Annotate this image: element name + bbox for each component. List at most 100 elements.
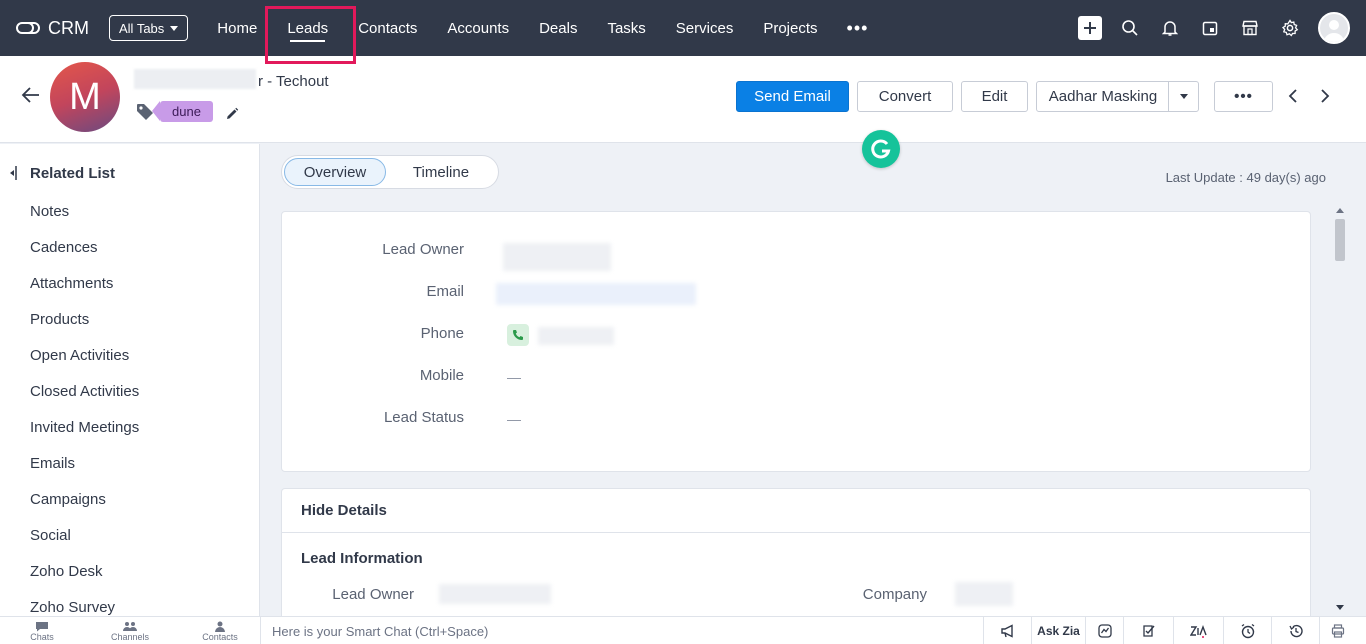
- convert-button[interactable]: Convert: [857, 81, 953, 112]
- grammarly-icon[interactable]: [862, 130, 900, 168]
- main-scrollbar[interactable]: [1330, 205, 1346, 615]
- crm-logo[interactable]: CRM: [16, 18, 89, 39]
- tab-home[interactable]: Home: [202, 0, 272, 56]
- settings-button[interactable]: [1270, 0, 1310, 56]
- sidebar-item-emails[interactable]: Emails: [30, 454, 139, 490]
- view-tabs: Overview Timeline: [281, 155, 499, 189]
- detail-company-value[interactable]: [955, 582, 1013, 606]
- field-label-phone: Phone: [420, 325, 464, 342]
- record-name: r - Techout: [258, 73, 329, 90]
- phone-icon[interactable]: [507, 324, 529, 346]
- email-value[interactable]: [496, 283, 696, 305]
- sidebar-item-notes[interactable]: Notes: [30, 202, 139, 238]
- activity-button[interactable]: [1085, 617, 1123, 644]
- field-label-mobile: Mobile: [419, 367, 464, 384]
- tab-deals[interactable]: Deals: [524, 0, 592, 56]
- search-button[interactable]: [1110, 0, 1150, 56]
- related-list-title: Related List: [30, 165, 116, 182]
- tab-tasks[interactable]: Tasks: [592, 0, 660, 56]
- contacts-label: Contacts: [202, 631, 238, 642]
- next-record-icon[interactable]: [1317, 88, 1333, 104]
- channels-button[interactable]: Channels: [108, 617, 152, 644]
- last-update-text: Last Update : 49 day(s) ago: [1165, 170, 1326, 185]
- check-icon: [1142, 625, 1155, 637]
- related-list: Notes Cadences Attachments Products Open…: [30, 202, 139, 634]
- tab-projects[interactable]: Projects: [748, 0, 832, 56]
- avatar[interactable]: [1318, 12, 1350, 44]
- scroll-up-icon[interactable]: [1336, 207, 1344, 213]
- detail-lead-owner-value[interactable]: [439, 584, 551, 604]
- zia-button[interactable]: [1173, 617, 1223, 644]
- record-avatar: M: [50, 62, 120, 132]
- sidebar-item-zoho-desk[interactable]: Zoho Desk: [30, 562, 139, 598]
- notifications-button[interactable]: [1150, 0, 1190, 56]
- send-email-button[interactable]: Send Email: [736, 81, 849, 112]
- sidebar-item-social[interactable]: Social: [30, 526, 139, 562]
- pencil-icon[interactable]: [225, 107, 239, 121]
- tab-accounts[interactable]: Accounts: [432, 0, 524, 56]
- back-arrow-icon[interactable]: [20, 84, 42, 106]
- announcement-button[interactable]: [983, 617, 1031, 644]
- history-icon: [1288, 624, 1303, 638]
- mobile-value: —: [507, 369, 521, 385]
- collapse-sidebar-icon[interactable]: [9, 166, 17, 180]
- field-label-lead-owner: Lead Owner: [382, 241, 464, 258]
- sidebar-item-cadences[interactable]: Cadences: [30, 238, 139, 274]
- store-icon: [1242, 20, 1258, 36]
- search-icon: [1122, 20, 1138, 36]
- marketplace-button[interactable]: [1230, 0, 1270, 56]
- megaphone-icon: [1000, 624, 1013, 638]
- sidebar-item-attachments[interactable]: Attachments: [30, 274, 139, 310]
- more-actions-button[interactable]: •••: [1214, 81, 1273, 112]
- aadhar-masking-button[interactable]: Aadhar Masking: [1036, 81, 1170, 112]
- tasks-button[interactable]: [1123, 617, 1173, 644]
- tab-overview[interactable]: Overview: [284, 158, 386, 186]
- create-button[interactable]: [1070, 0, 1110, 56]
- tab-contacts[interactable]: Contacts: [343, 0, 432, 56]
- tag-badge[interactable]: dune: [152, 101, 213, 122]
- hide-details-link[interactable]: Hide Details: [301, 502, 387, 519]
- bottom-tools: Ask Zia: [983, 617, 1356, 644]
- previous-record-icon[interactable]: [1285, 88, 1301, 104]
- record-name-redacted: [134, 69, 256, 89]
- crm-logo-icon: [16, 22, 40, 34]
- plus-icon: [1078, 16, 1102, 40]
- sidebar-item-open-activities[interactable]: Open Activities: [30, 346, 139, 382]
- ask-zia-button[interactable]: Ask Zia: [1031, 617, 1085, 644]
- scroll-thumb[interactable]: [1335, 219, 1345, 261]
- details-card: [281, 488, 1311, 628]
- lead-owner-value[interactable]: [503, 243, 611, 271]
- field-label-email: Email: [426, 283, 464, 300]
- edit-button[interactable]: Edit: [961, 81, 1028, 112]
- scroll-down-icon[interactable]: [1336, 605, 1344, 611]
- app-name: CRM: [48, 17, 89, 38]
- sidebar-item-campaigns[interactable]: Campaigns: [30, 490, 139, 526]
- printer-icon: [1331, 624, 1345, 638]
- more-tools-button[interactable]: [1319, 617, 1356, 644]
- calendar-button[interactable]: [1190, 0, 1230, 56]
- sidebar-item-invited-meetings[interactable]: Invited Meetings: [30, 418, 139, 454]
- channels-icon: [123, 621, 137, 631]
- record-header: M r - Techout dune Send Email Convert Ed…: [0, 56, 1366, 143]
- history-button[interactable]: [1271, 617, 1319, 644]
- tab-timeline[interactable]: Timeline: [386, 158, 496, 186]
- smart-chat-input[interactable]: Here is your Smart Chat (Ctrl+Space): [260, 617, 983, 644]
- all-tabs-dropdown[interactable]: All Tabs: [109, 15, 189, 41]
- top-icons: [1070, 0, 1350, 56]
- chevron-down-icon: [170, 25, 179, 31]
- sidebar-item-products[interactable]: Products: [30, 310, 139, 346]
- contacts-button[interactable]: Contacts: [198, 617, 242, 644]
- chats-label: Chats: [30, 631, 54, 642]
- more-tabs-button[interactable]: •••: [833, 18, 883, 39]
- lead-information-heading: Lead Information: [301, 550, 423, 567]
- related-list-sidebar: Related List Notes Cadences Attachments …: [0, 144, 260, 616]
- chats-button[interactable]: Chats: [22, 617, 62, 644]
- phone-value[interactable]: [538, 327, 614, 345]
- sidebar-item-closed-activities[interactable]: Closed Activities: [30, 382, 139, 418]
- tab-services[interactable]: Services: [661, 0, 749, 56]
- gear-icon: [1281, 19, 1299, 37]
- reminder-button[interactable]: [1223, 617, 1271, 644]
- aadhar-masking-dropdown[interactable]: [1168, 81, 1199, 112]
- record-company: - Techout: [263, 73, 329, 90]
- leads-tab-highlight: [265, 6, 356, 64]
